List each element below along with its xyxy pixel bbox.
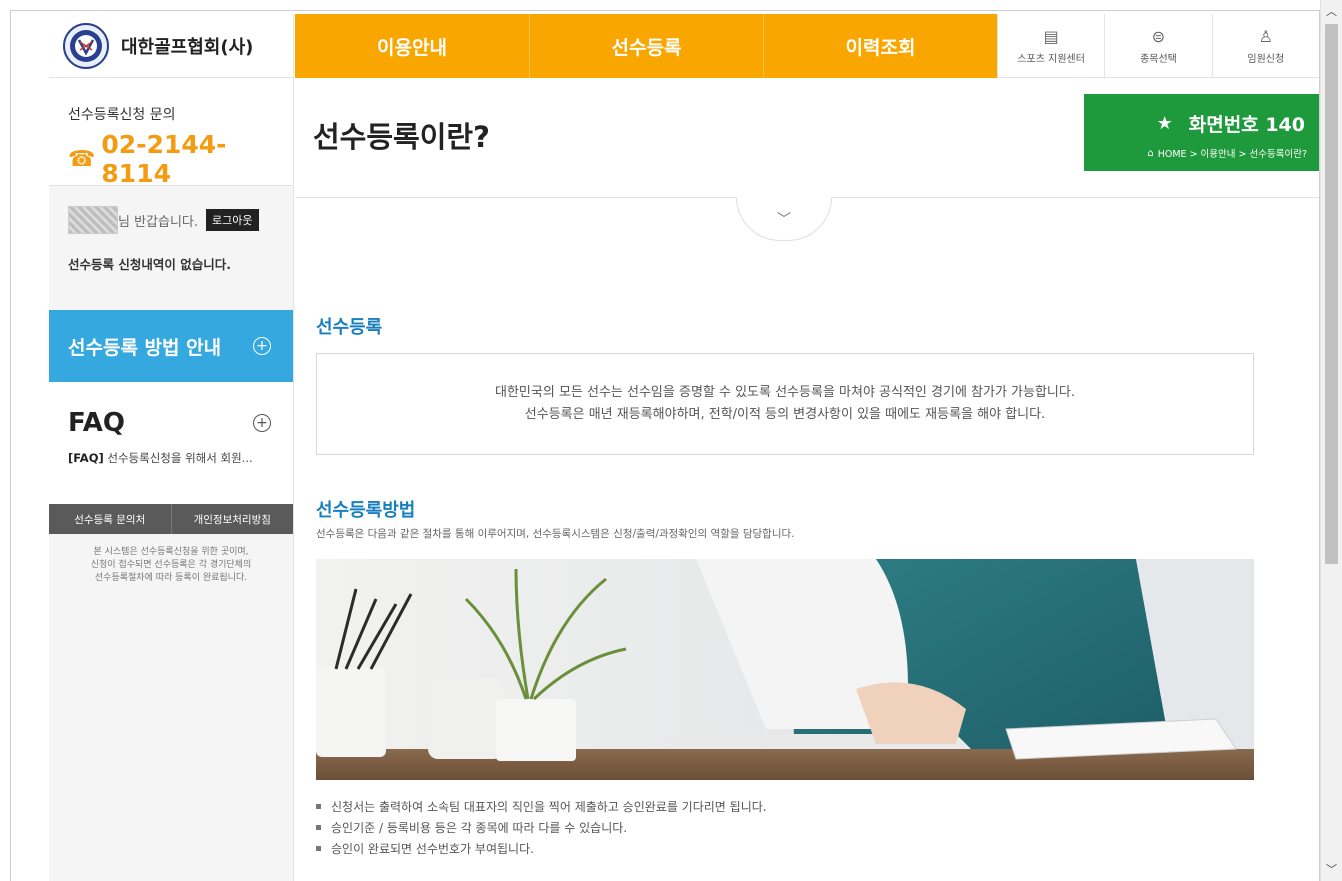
- faq-item-link[interactable]: [FAQ] 선수등록신청을 위해서 회원...: [68, 450, 271, 466]
- section-title-registration: 선수등록: [316, 317, 383, 338]
- breadcrumb-text[interactable]: HOME > 이용안내 > 선수등록이란?: [1158, 146, 1307, 160]
- footer-tab-privacy[interactable]: 개인정보처리방침: [170, 504, 294, 534]
- faq-prefix: [FAQ]: [68, 451, 104, 465]
- title-bar: 선수등록이란? ★ 화면번호 140 ⌂ HOME > 이용안내 > 선수등록이…: [295, 78, 1319, 198]
- ball-icon: ⊜: [1151, 26, 1166, 46]
- logo-link[interactable]: 대한골프협회(사): [49, 14, 293, 78]
- officer-apply-label: 임원신청: [1247, 53, 1285, 65]
- scroll-thumb[interactable]: [1325, 24, 1338, 564]
- scroll-down-icon[interactable]: ﹀: [1321, 860, 1342, 878]
- sidebar-footer-tabs: 선수등록 문의처 개인정보처리방침: [49, 504, 293, 534]
- nav-tab-history[interactable]: 이력조회: [763, 14, 997, 78]
- user-status: 선수등록 신청내역이 없습니다.: [68, 257, 231, 272]
- utility-links: ▤ 스포츠 지원센터 ⊜ 종목선택 ♙ 임원신청: [997, 14, 1319, 78]
- intro-box: 대한민국의 모든 선수는 선수임을 증명할 수 있도록 선수등록을 마쳐야 공식…: [316, 353, 1254, 455]
- user-box: 님 반갑습니다. 로그아웃 선수등록 신청내역이 없습니다.: [49, 186, 293, 310]
- intro-line: 대한민국의 모든 선수는 선수임을 증명할 수 있도록 선수등록을 마쳐야 공식…: [495, 385, 1075, 400]
- sport-select-link[interactable]: ⊜ 종목선택: [1104, 14, 1211, 77]
- faq-item-text: 선수등록신청을 위해서 회원...: [107, 451, 253, 465]
- breadcrumb: ⌂ HOME > 이용안내 > 선수등록이란?: [1147, 146, 1307, 161]
- faq-more-icon[interactable]: +: [253, 414, 271, 432]
- greeting-text: 님 반갑습니다.: [118, 214, 199, 230]
- guide-button[interactable]: 선수등록 방법 안내 +: [49, 310, 293, 382]
- phone-icon: ☎: [68, 146, 96, 172]
- officer-apply-link[interactable]: ♙ 임원신청: [1211, 14, 1319, 77]
- hero-image: [316, 559, 1254, 780]
- nav-tab-usage-guide[interactable]: 이용안내: [295, 14, 529, 78]
- plus-circle-icon: +: [253, 337, 271, 355]
- org-name: 대한골프협회(사): [121, 36, 254, 58]
- app-window: 대한골프협회(사) 선수등록신청 문의 ☎ 02-2144-8114 님 반갑습…: [0, 0, 1342, 881]
- bullet-list: 신청서는 출력하여 소속팀 대표자의 직인을 찍어 제출하고 승인완료를 기다리…: [316, 796, 767, 859]
- section-title-method: 선수등록방법: [316, 500, 416, 521]
- sports-center-label: 스포츠 지원센터: [1017, 53, 1085, 65]
- guide-label: 선수등록 방법 안내: [68, 336, 222, 359]
- nav-tab-registration[interactable]: 선수등록: [529, 14, 763, 78]
- contact-phone: ☎ 02-2144-8114: [68, 130, 293, 188]
- association-emblem-icon: [63, 22, 109, 69]
- logout-button[interactable]: 로그아웃: [206, 209, 259, 231]
- list-item: 승인이 완료되면 선수번호가 부여됩니다.: [316, 838, 767, 859]
- footer-note-line: 신청이 접수되면 선수등록은 각 경기단체의: [90, 560, 252, 570]
- sidebar: 대한골프협회(사) 선수등록신청 문의 ☎ 02-2144-8114 님 반갑습…: [49, 14, 294, 881]
- screen-number: ★ 화면번호 140: [1157, 110, 1305, 137]
- top-nav: 이용안내 선수등록 이력조회 ▤ 스포츠 지원센터 ⊜ 종목선택 ♙ 임원신청: [295, 14, 1319, 78]
- sports-center-link[interactable]: ▤ 스포츠 지원센터: [997, 14, 1104, 77]
- screen-number-badge: ★ 화면번호 140 ⌂ HOME > 이용안내 > 선수등록이란?: [1084, 94, 1319, 171]
- chevron-down-icon: ﹀: [777, 211, 791, 228]
- contact-label: 선수등록신청 문의: [68, 107, 176, 123]
- footer-tab-contact[interactable]: 선수등록 문의처: [49, 504, 171, 534]
- scroll-up-icon[interactable]: ︿: [1321, 2, 1342, 20]
- page-title: 선수등록이란?: [313, 120, 490, 154]
- screen-number-text: 화면번호 140: [1188, 114, 1305, 136]
- intro-line: 선수등록은 매년 재등록해야하며, 전학/이적 등의 변경사항이 있을 때에도 …: [524, 407, 1046, 422]
- sport-select-label: 종목선택: [1140, 53, 1177, 65]
- document-icon: ▤: [1043, 26, 1059, 46]
- list-item: 신청서는 출력하여 소속팀 대표자의 직인을 찍어 제출하고 승인완료를 기다리…: [316, 796, 767, 817]
- star-icon: ★: [1156, 113, 1173, 134]
- footer-note: 본 시스템은 선수등록신청을 위한 곳이며, 신청이 접수되면 선수등록은 각 …: [49, 534, 293, 585]
- footer-note-line: 선수등록절차에 따라 등록이 완료됩니다.: [94, 573, 248, 583]
- greeting-row: 님 반갑습니다. 로그아웃: [68, 206, 293, 234]
- footer-note-line: 본 시스템은 선수등록신청을 위한 곳이며,: [93, 547, 249, 557]
- contact-box: 선수등록신청 문의 ☎ 02-2144-8114: [49, 78, 293, 188]
- faq-title: FAQ: [68, 408, 126, 438]
- phone-number: 02-2144-8114: [101, 130, 227, 188]
- method-description: 선수등록은 다음과 같은 절차를 통해 이루어지며, 선수등록시스템은 신청/출…: [316, 528, 795, 540]
- faq-header: FAQ +: [68, 408, 271, 438]
- user-icon: ♙: [1258, 26, 1273, 46]
- faq-box: FAQ + [FAQ] 선수등록신청을 위해서 회원...: [49, 382, 293, 504]
- list-item: 승인기준 / 등록비용 등은 각 종목에 따라 다를 수 있습니다.: [316, 817, 767, 838]
- home-icon: ⌂: [1147, 147, 1154, 159]
- vertical-scrollbar[interactable]: ︿ ﹀: [1320, 0, 1342, 881]
- masked-user-name: [68, 206, 118, 234]
